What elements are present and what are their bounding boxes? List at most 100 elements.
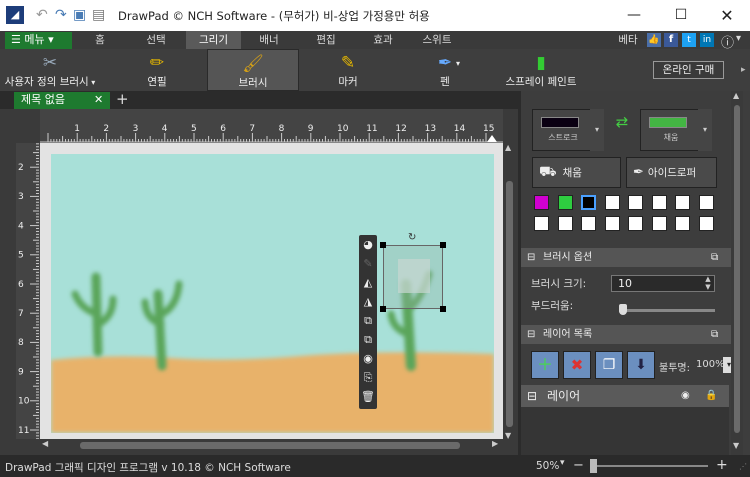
tab-home[interactable]: 홈 [78, 31, 122, 49]
resize-handle-tl[interactable] [380, 242, 386, 248]
resize-handle-tr[interactable] [440, 242, 446, 248]
ribbon-scroll-icon[interactable]: ▸ [741, 65, 746, 75]
tab-suite[interactable]: 스위트 [415, 31, 459, 49]
beta-label[interactable]: 베타 [613, 31, 643, 49]
flip-horizontal-icon[interactable]: ◭ [359, 273, 377, 292]
panel-scroll-thumb[interactable] [734, 105, 740, 433]
marker-button[interactable]: ✎ 마커 [322, 49, 374, 91]
fill-color-button[interactable]: 채움 [640, 109, 702, 151]
eyedropper-button[interactable]: ✒ 아이드로퍼 [626, 157, 717, 188]
softness-slider-thumb[interactable] [619, 304, 627, 315]
color-swatch[interactable] [534, 216, 549, 231]
flip-vertical-icon[interactable]: ◮ [359, 292, 377, 311]
softness-slider[interactable] [619, 309, 715, 312]
selection-box[interactable] [383, 245, 443, 309]
color-swatch[interactable] [675, 195, 690, 210]
title-bar: ◢ ↶ ↷ ▣ ▤ DrawPad © NCH Software - (무허가)… [0, 0, 750, 31]
tab-select[interactable]: 선택 [134, 31, 178, 49]
brush-options-label: 브러시 옵션 [543, 252, 593, 263]
document-tab[interactable]: 제목 없음 ✕ [14, 92, 110, 109]
zoom-slider-thumb[interactable] [590, 459, 597, 473]
color-swatch[interactable] [628, 195, 643, 210]
delete-layer-button[interactable]: ✖ [563, 351, 591, 379]
stroke-dropdown-icon[interactable]: ▾ [590, 109, 604, 151]
color-swatch[interactable] [675, 216, 690, 231]
brush-options-header[interactable]: ⊟ 브러시 옵션 ⧉ [521, 248, 740, 267]
duplicate-icon[interactable]: ⎘ [359, 368, 377, 387]
color-swatch[interactable] [557, 195, 573, 210]
save-icon[interactable]: ▣ [73, 7, 86, 23]
help-dropdown-icon[interactable]: ▾ [736, 33, 741, 44]
trash-icon[interactable]: 🗑 [359, 387, 377, 406]
zoom-out-button[interactable]: − [573, 458, 584, 473]
panel-scrollbar[interactable]: ▲ ▼ [731, 91, 743, 455]
linkedin-icon[interactable]: in [700, 33, 714, 47]
swap-colors-icon[interactable]: ⇄ [609, 115, 635, 145]
palette-icon[interactable]: ◕ [359, 235, 377, 254]
tab-effects[interactable]: 효과 [362, 31, 404, 49]
resize-handle-bl[interactable] [380, 306, 386, 312]
bring-forward-icon[interactable]: ⧉ [359, 311, 377, 330]
minimize-button[interactable]: — [611, 0, 657, 31]
spray-paint-button[interactable]: ▮ 스프레이 페인트 [498, 49, 584, 91]
close-button[interactable]: ✕ [704, 0, 750, 31]
color-swatch[interactable] [581, 216, 596, 231]
horizontal-scrollbar[interactable]: ◀ ▶ [40, 439, 503, 452]
twitter-icon[interactable]: t [682, 33, 696, 47]
brush-size-input[interactable]: 10 [611, 275, 715, 292]
vertical-scroll-thumb[interactable] [506, 181, 513, 427]
color-swatch[interactable] [604, 195, 620, 210]
h-ruler-label: 12 [395, 124, 406, 134]
zoom-slider[interactable] [590, 465, 708, 467]
eye-icon[interactable]: ◉ [681, 385, 690, 407]
resize-handle-br[interactable] [440, 306, 446, 312]
menu-button[interactable]: ☰ 메뉴 ▾ [5, 32, 72, 49]
layer-row[interactable]: ⊟ 레이어 ◉ 🔒 [521, 385, 729, 407]
tab-draw[interactable]: 그리기 [186, 31, 241, 49]
fill-button[interactable]: ⛟ 채움 [532, 157, 621, 188]
like-icon[interactable]: 👍 [647, 33, 661, 47]
vertical-scrollbar[interactable]: ▲ ▼ [503, 143, 516, 443]
tab-banner[interactable]: 배너 [248, 31, 290, 49]
redo-icon[interactable]: ↷ [55, 7, 67, 23]
facebook-icon[interactable]: f [664, 33, 678, 47]
zoom-dropdown-icon[interactable]: ▾ [560, 458, 565, 468]
page-setup-icon[interactable]: ▤ [92, 7, 105, 23]
brush-size-spinner[interactable]: ▲ ▼ [701, 275, 715, 292]
lock-icon[interactable]: 🔒 [705, 385, 717, 407]
horizontal-scroll-thumb[interactable] [80, 442, 460, 449]
color-swatch[interactable] [651, 195, 667, 210]
color-swatch[interactable] [534, 195, 549, 210]
color-swatch[interactable] [698, 195, 714, 210]
color-swatch[interactable] [651, 216, 667, 231]
close-tab-icon[interactable]: ✕ [94, 92, 103, 108]
zoom-level[interactable]: 50% [536, 460, 559, 472]
color-swatch[interactable] [581, 195, 596, 210]
layer-list-header[interactable]: ⊟ 레이어 목록 ⧉ [521, 325, 740, 344]
stroke-color-button[interactable]: 스트로크 [532, 109, 594, 151]
color-swatch[interactable] [557, 216, 573, 231]
tab-edit[interactable]: 편집 [305, 31, 347, 49]
brush-button[interactable]: 🖌 브러시 [207, 49, 299, 91]
add-layer-button[interactable]: ＋ [531, 351, 559, 379]
visibility-icon[interactable]: ◉ [359, 349, 377, 368]
rotate-handle-icon[interactable]: ↻ [408, 232, 416, 243]
pencil-button[interactable]: ✏ 연필 [132, 49, 182, 91]
undock-icon[interactable]: ⧉ [711, 325, 718, 344]
pen-button[interactable]: ✒ 펜 ▾ [420, 49, 470, 91]
merge-layer-button[interactable]: ⬇ [627, 351, 655, 379]
zoom-in-button[interactable]: + [716, 457, 728, 473]
custom-brush-button[interactable]: ✂ 사용자 정의 브러시 ▾ [4, 49, 96, 91]
maximize-button[interactable]: ☐ [658, 0, 704, 31]
fill-dropdown-icon[interactable]: ▾ [698, 109, 712, 151]
color-swatch[interactable] [628, 216, 643, 231]
h-ruler-label: 3 [133, 124, 139, 134]
duplicate-layer-button[interactable]: ❐ [595, 351, 623, 379]
color-swatch[interactable] [604, 216, 620, 231]
online-buy-button[interactable]: 온라인 구매 [653, 61, 724, 79]
undock-icon[interactable]: ⧉ [711, 248, 718, 267]
new-tab-icon[interactable]: + [116, 90, 129, 108]
send-backward-icon[interactable]: ⧉ [359, 330, 377, 349]
undo-icon[interactable]: ↶ [36, 7, 48, 23]
color-swatch[interactable] [698, 216, 714, 231]
